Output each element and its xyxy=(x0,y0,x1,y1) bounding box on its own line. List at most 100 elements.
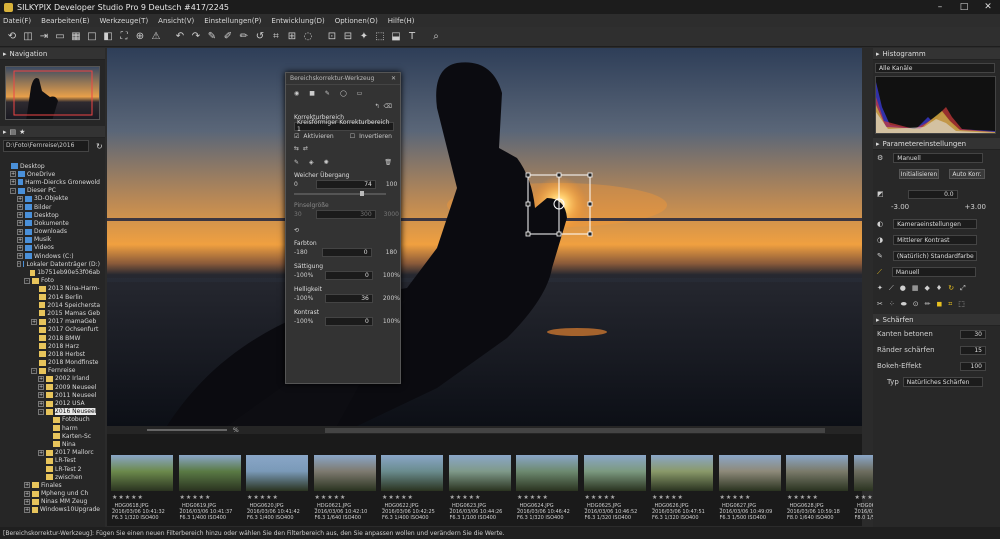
menu-bearbeiten[interactable]: Bearbeiten(E) xyxy=(41,17,89,25)
area-select[interactable]: Kreisförmiger Korrekturbereich 1 xyxy=(294,119,394,133)
menu-ansicht[interactable]: Ansicht(V) xyxy=(158,17,194,25)
target-icon[interactable]: ⊙ xyxy=(913,300,919,308)
gear-icon[interactable]: ⚙ xyxy=(877,154,883,162)
menu-einstellungen[interactable]: Einstellungen(P) xyxy=(204,17,261,25)
expand-toggle-icon[interactable]: + xyxy=(17,212,23,219)
tree-item[interactable]: LR-Test xyxy=(0,457,100,465)
expand-toggle-icon[interactable]: + xyxy=(17,228,23,235)
expand-icon[interactable]: ⤢ xyxy=(960,284,966,293)
curve-icon[interactable]: ⟋ xyxy=(877,268,882,277)
tree-item[interactable]: 2018 Herbst xyxy=(0,350,100,358)
expand-toggle-icon[interactable]: + xyxy=(17,195,23,202)
rotate-icon[interactable]: ↻ xyxy=(948,284,954,292)
tree-item[interactable]: + Downloads xyxy=(0,228,100,236)
filmstrip-item[interactable]: ★★★★★ _HDG0618.JPG 2016/03/06 10:41:32 F6.3… xyxy=(109,437,175,523)
tree-item[interactable]: + Windows (C:) xyxy=(0,252,100,260)
thumbnail-image[interactable] xyxy=(516,455,578,491)
aktivieren-checkbox[interactable]: ☑ xyxy=(294,133,299,140)
menu-hilfe[interactable]: Hilfe(H) xyxy=(388,17,415,25)
tree-item[interactable]: +2017 mamaGeb xyxy=(0,318,100,326)
expand-toggle-icon[interactable]: + xyxy=(17,244,23,251)
expand-toggle-icon[interactable]: + xyxy=(17,253,23,260)
expand-toggle-icon[interactable] xyxy=(45,441,51,447)
thumbnail-image[interactable] xyxy=(448,455,511,491)
expand-toggle-icon[interactable]: - xyxy=(31,367,37,374)
thumbnail-image[interactable] xyxy=(718,455,781,491)
tree-item[interactable]: Desktop xyxy=(0,162,100,170)
tree-item[interactable]: + Ninas MM Zeug xyxy=(0,498,100,506)
thumbnail-image[interactable] xyxy=(313,455,376,491)
tree-item[interactable]: 2013 Nina-Harm- xyxy=(0,285,100,293)
close-icon[interactable]: ✕ xyxy=(391,75,396,82)
invertieren-checkbox[interactable]: ☐ xyxy=(350,133,355,140)
camera-select[interactable]: Kameraeinstellungen xyxy=(893,219,978,229)
expand-toggle-icon[interactable] xyxy=(45,417,51,423)
expand-toggle-icon[interactable] xyxy=(38,458,44,464)
tree-item[interactable]: +2017 Mallorc xyxy=(0,449,100,457)
pinsel-value[interactable]: 300 xyxy=(315,209,376,219)
tree-item[interactable]: +3D-Objekte xyxy=(0,195,100,203)
expand-toggle-icon[interactable] xyxy=(31,327,37,333)
tree-item[interactable]: - Fernreise xyxy=(0,367,100,375)
expand-toggle-icon[interactable] xyxy=(31,335,37,341)
contrast-icon[interactable]: ◑ xyxy=(877,236,883,244)
typ-select[interactable]: Natürliches Schärfen xyxy=(902,377,983,387)
drop-icon[interactable]: ♦ xyxy=(936,284,942,292)
local-adjust-icon[interactable]: ⊡ xyxy=(324,29,340,45)
expand-toggle-icon[interactable] xyxy=(45,433,51,439)
compare-icon[interactable]: ◧ xyxy=(100,29,116,45)
rect-tool-icon[interactable]: ■ xyxy=(309,90,315,97)
tree-item[interactable]: + Videos xyxy=(0,244,100,252)
filmstrip-item[interactable]: ★★★★★ _HDG0623.JPG 2016/03/06 10:44:26 F6.3… xyxy=(447,437,513,523)
rating-stars-icon[interactable]: ★★★★★ xyxy=(720,494,752,501)
tree-item[interactable]: Karten-Sc xyxy=(0,432,100,440)
filmstrip-item[interactable]: ★★★★★ _HDG0627.JPG 2016/03/06 10:49:09 F6.3… xyxy=(717,437,783,523)
rotate-icon[interactable]: ↺ xyxy=(252,29,268,45)
collapse-icon[interactable]: ▸ xyxy=(3,50,7,58)
expand-toggle-icon[interactable]: - xyxy=(24,277,30,284)
tree-item[interactable]: 1b751eb90e53f06ab xyxy=(0,268,100,276)
tree-item[interactable]: + Dokumente xyxy=(0,219,100,227)
rating-stars-icon[interactable]: ★★★★★ xyxy=(652,494,684,501)
path-field[interactable]: D:\Foto\Fernreise\2016 xyxy=(3,140,89,152)
tree-item[interactable]: 2017 Ochsenfurt xyxy=(0,326,100,334)
delete-area-icon[interactable]: ⌫ xyxy=(384,103,392,110)
favorites-tab-icon[interactable]: ★ xyxy=(19,128,25,136)
expand-toggle-icon[interactable]: + xyxy=(10,171,16,178)
sharpen-tool-icon[interactable]: ◼ xyxy=(936,300,942,308)
scroll-track[interactable] xyxy=(324,427,825,433)
tree-item[interactable]: + Bilder xyxy=(0,203,100,211)
tree-item[interactable]: - 2016 Neuseel xyxy=(0,408,100,416)
tree-item[interactable]: - Dieser PC xyxy=(0,187,100,195)
filmstrip-item[interactable]: ★★★★★ _HDG0622.JPG 2016/03/06 10:42:25 F6.3… xyxy=(379,437,445,523)
lens-icon[interactable]: ⬬ xyxy=(901,300,907,309)
tree-item[interactable]: + Musik xyxy=(0,236,100,244)
hell-value[interactable]: 36 xyxy=(325,293,373,303)
thumbnail-image[interactable] xyxy=(111,455,173,491)
spot-icon[interactable]: ◌ xyxy=(300,29,316,45)
expand-toggle-icon[interactable] xyxy=(31,310,37,316)
filmstrip-item[interactable]: ★★★★★ _HDG0621.JPG 2016/03/06 10:42:10 F6.3… xyxy=(312,437,378,523)
auto-mask-icon[interactable]: ✺ xyxy=(324,159,329,166)
weich-slider[interactable] xyxy=(294,191,386,196)
rating-stars-icon[interactable]: ★★★★★ xyxy=(112,494,144,501)
expand-toggle-icon[interactable]: + xyxy=(38,392,44,399)
expand-toggle-icon[interactable] xyxy=(31,351,37,357)
perspective-icon[interactable]: ⬓ xyxy=(388,29,404,45)
pen-icon[interactable]: ✏ xyxy=(925,300,931,308)
collapse-icon[interactable]: ▸ xyxy=(876,316,880,324)
rating-stars-icon[interactable]: ★★★★★ xyxy=(450,494,482,501)
wrench-icon[interactable]: ✂ xyxy=(877,300,883,308)
expand-toggle-icon[interactable] xyxy=(38,466,44,472)
menu-optionen[interactable]: Optionen(O) xyxy=(335,17,378,25)
expand-toggle-icon[interactable]: - xyxy=(10,187,16,194)
exposure-value[interactable]: 0.0 xyxy=(907,189,958,199)
tree-item[interactable]: +2009 Neuseel xyxy=(0,383,100,391)
rating-stars-icon[interactable]: ★★★★★ xyxy=(585,494,617,501)
mode-b-icon[interactable]: ⇄ xyxy=(303,145,308,152)
menu-entwicklung[interactable]: Entwicklung(D) xyxy=(271,17,324,25)
zoom-icon[interactable]: ⊕ xyxy=(132,29,148,45)
tone-icon[interactable]: ⟋ xyxy=(889,284,894,293)
filmstrip-item[interactable]: ★★★★★ _HDG0625.JPG 2016/03/06 10:46:52 F6.3… xyxy=(582,437,648,523)
collapse-icon[interactable]: ▸ xyxy=(876,50,880,58)
